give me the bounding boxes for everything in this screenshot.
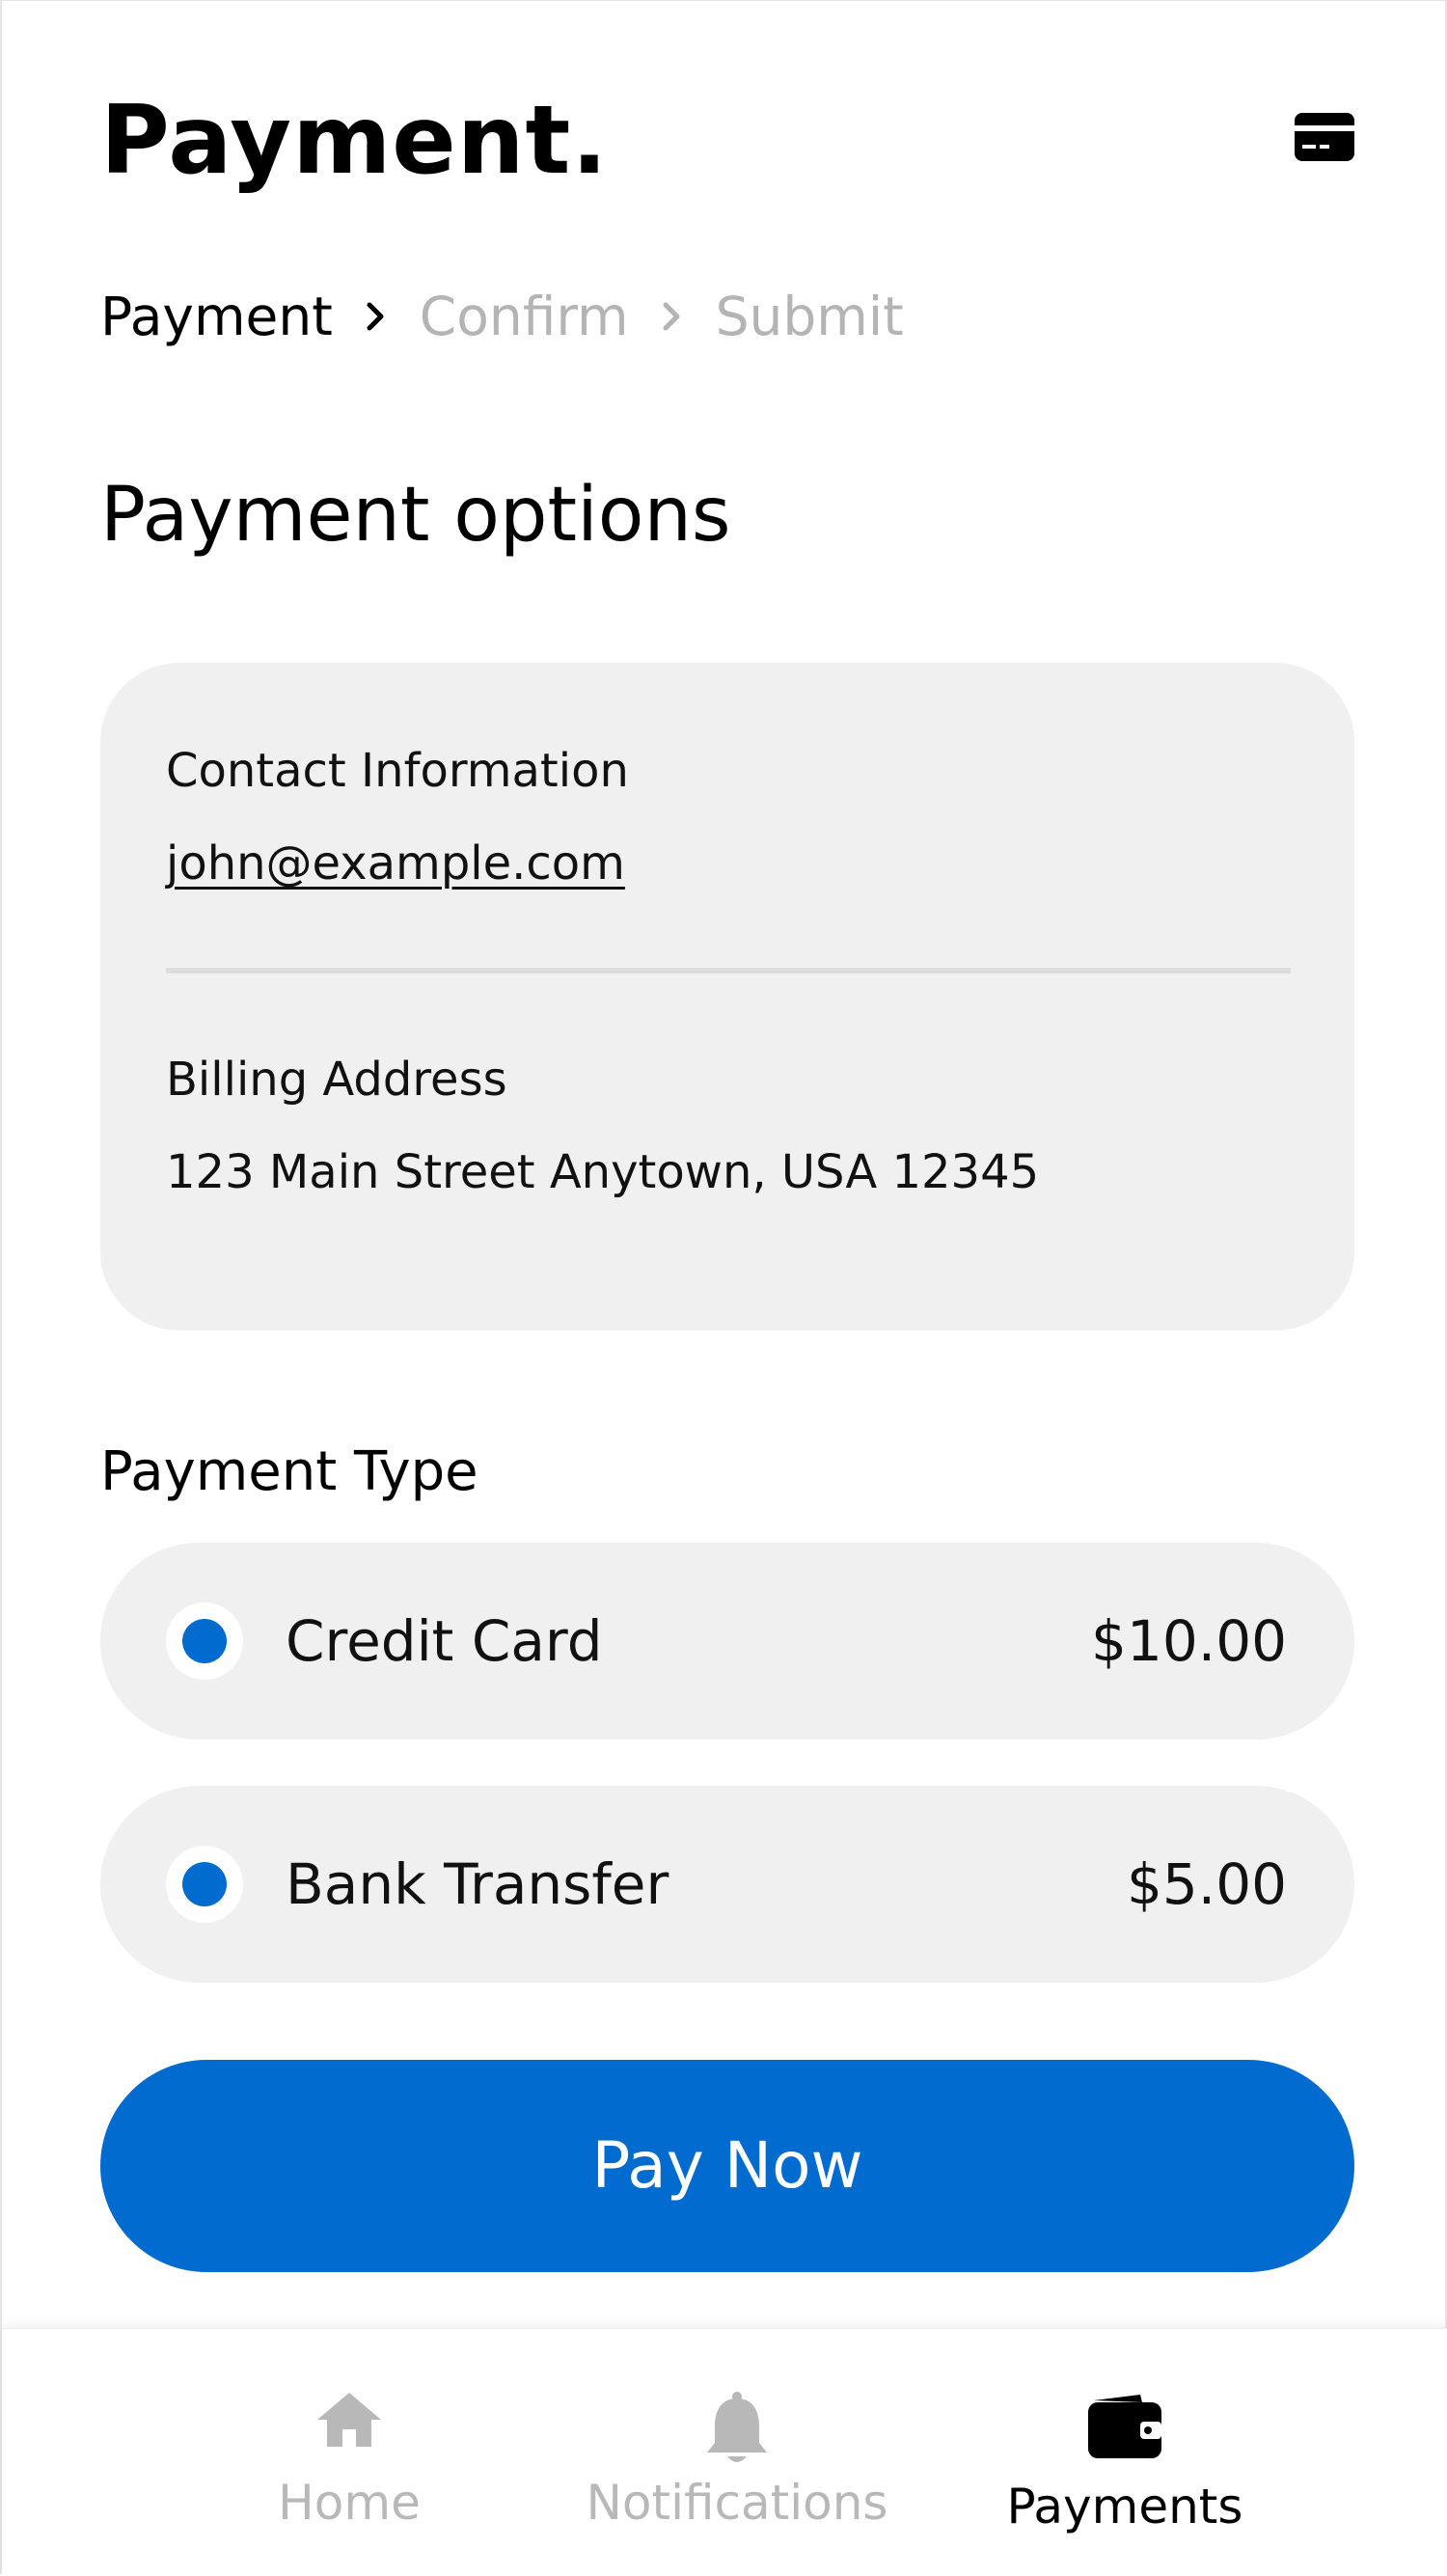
payment-option-name: Bank Transfer	[286, 1851, 669, 1917]
payment-type-label: Payment Type	[100, 1440, 478, 1503]
billing-address-value: 123 Main Street Anytown, USA 12345	[166, 1145, 1040, 1199]
wallet-icon	[1088, 2395, 1161, 2458]
bottom-nav: Home Notifications Payments	[2, 2328, 1447, 2576]
chevron-right-icon	[367, 302, 384, 331]
bell-icon	[707, 2392, 767, 2462]
info-card: Contact Information john@example.com Bil…	[100, 663, 1354, 1330]
pay-now-button[interactable]: Pay Now	[100, 2060, 1354, 2272]
contact-email-link[interactable]: john@example.com	[166, 835, 625, 892]
contact-info-label: Contact Information	[166, 744, 629, 798]
payment-option-price: $10.00	[1091, 1608, 1287, 1674]
radio-selected-dot	[182, 1619, 227, 1663]
radio-button[interactable]	[166, 1603, 243, 1680]
divider	[166, 968, 1291, 973]
nav-label-notifications: Notifications	[586, 2475, 888, 2531]
radio-selected-dot	[182, 1862, 227, 1906]
page-title: Payment.	[100, 86, 609, 196]
payment-option-name: Credit Card	[286, 1608, 603, 1674]
chevron-right-icon	[663, 302, 680, 331]
nav-label-home: Home	[278, 2475, 421, 2531]
nav-label-payments: Payments	[1006, 2479, 1243, 2535]
home-icon	[317, 2393, 381, 2447]
header: Payment.	[100, 88, 1354, 194]
payment-option-price: $5.00	[1126, 1851, 1287, 1917]
payment-option-credit-card[interactable]: Credit Card $10.00	[100, 1543, 1354, 1740]
breadcrumb-step-payment[interactable]: Payment	[100, 283, 333, 350]
billing-address-label: Billing Address	[166, 1053, 507, 1107]
nav-item-payments[interactable]: Payments	[932, 2329, 1318, 2576]
breadcrumb-step-confirm[interactable]: Confirm	[420, 283, 629, 350]
payment-screen: Payment. Payment Confirm Submit Payment …	[0, 0, 1447, 2576]
section-title: Payment options	[100, 472, 731, 559]
breadcrumb-step-submit[interactable]: Submit	[716, 283, 904, 350]
nav-item-home[interactable]: Home	[156, 2329, 542, 2576]
credit-card-icon[interactable]	[1295, 113, 1354, 161]
payment-option-bank-transfer[interactable]: Bank Transfer $5.00	[100, 1786, 1354, 1983]
breadcrumb: Payment Confirm Submit	[100, 283, 904, 350]
nav-item-notifications[interactable]: Notifications	[544, 2329, 930, 2576]
radio-button[interactable]	[166, 1846, 243, 1923]
